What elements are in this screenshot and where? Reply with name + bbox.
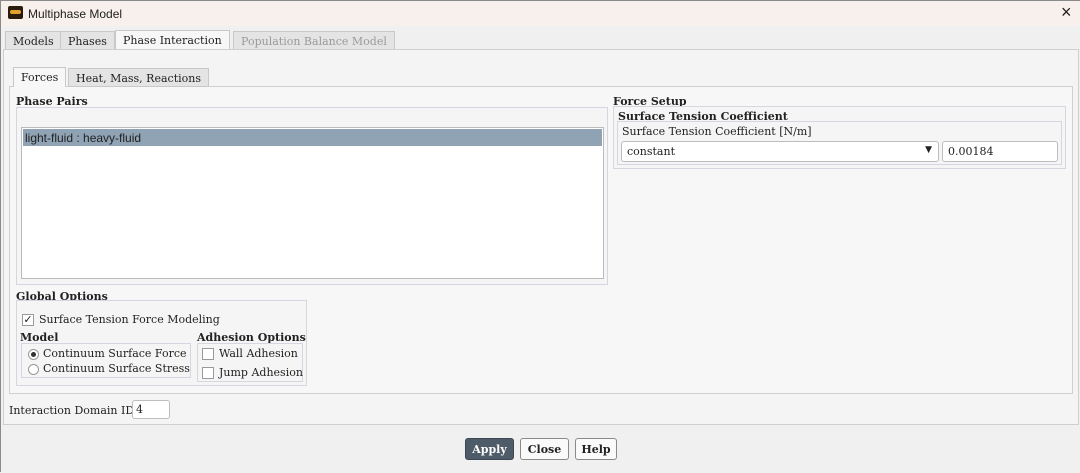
close-icon[interactable]: × — [1061, 2, 1072, 23]
window-title: Multiphase Model — [28, 7, 123, 21]
tab-phases[interactable]: Phases — [60, 31, 115, 50]
close-button[interactable]: Close — [520, 438, 569, 460]
wall-adhesion-checkbox[interactable]: Wall Adhesion — [202, 347, 298, 360]
checkbox-checked-icon: ✓ — [22, 313, 34, 326]
help-button[interactable]: Help — [575, 438, 617, 460]
surface-tension-value-input[interactable]: 0.00184 — [942, 141, 1058, 162]
surface-tension-modeling-checkbox[interactable]: ✓ Surface Tension Force Modeling — [22, 313, 220, 326]
interaction-domain-input[interactable]: 4 — [132, 400, 170, 419]
radio-continuum-surface-stress[interactable]: Continuum Surface Stress — [28, 362, 190, 375]
checkbox-icon — [202, 348, 214, 360]
list-item[interactable]: light-fluid : heavy-fluid — [23, 129, 602, 146]
app-logo-icon — [8, 6, 23, 19]
interaction-domain-label: Interaction Domain ID — [9, 404, 135, 417]
radio-label: Continuum Surface Stress — [43, 362, 190, 375]
checkbox-label: Surface Tension Force Modeling — [39, 313, 220, 326]
checkbox-icon — [202, 367, 214, 379]
apply-button[interactable]: Apply — [465, 438, 514, 460]
method-value: constant — [627, 145, 675, 158]
method-dropdown[interactable]: constant ▼ — [621, 141, 939, 162]
radio-icon — [28, 363, 39, 375]
tab-models[interactable]: Models — [5, 31, 62, 50]
phase-pairs-list[interactable]: light-fluid : heavy-fluid — [21, 127, 604, 279]
checkbox-label: Jump Adhesion — [219, 366, 303, 379]
title-bar: Multiphase Model × — [1, 1, 1080, 26]
jump-adhesion-checkbox[interactable]: Jump Adhesion — [202, 366, 303, 379]
checkbox-label: Wall Adhesion — [219, 347, 298, 360]
tab-forces[interactable]: Forces — [13, 67, 67, 87]
chevron-down-icon: ▼ — [925, 145, 932, 155]
tab-phase-interaction[interactable]: Phase Interaction — [115, 30, 230, 50]
radio-continuum-surface-force[interactable]: Continuum Surface Force — [28, 347, 187, 360]
radio-selected-icon — [28, 348, 39, 360]
surface-tension-field-label: Surface Tension Coefficient [N/m] — [622, 125, 812, 138]
tab-heat-mass-reactions[interactable]: Heat, Mass, Reactions — [68, 68, 209, 87]
tab-population-balance-model[interactable]: Population Balance Model — [233, 31, 395, 50]
radio-label: Continuum Surface Force — [43, 347, 187, 360]
